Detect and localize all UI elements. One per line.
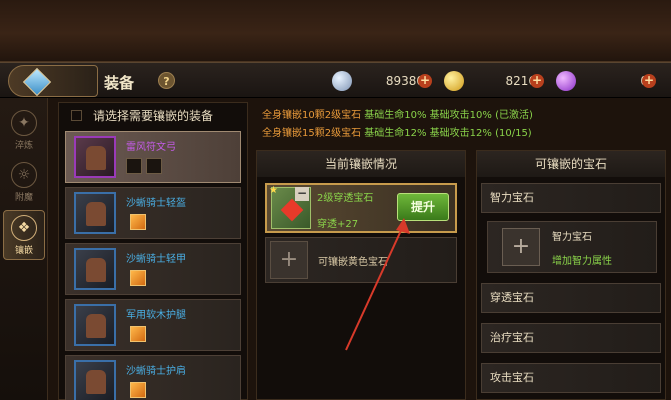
gem-category-healing[interactable]: 治疗宝石 (481, 323, 661, 353)
empty-gem-slot (146, 158, 162, 174)
set-bonus-line: 全身镶嵌10颗2级宝石 基础生命10% 基础攻击10% (已激活) (262, 106, 533, 121)
equipment-name: 沙蜥骑士护肩 (126, 366, 186, 377)
empty-gem-slot (126, 158, 142, 174)
equipment-item[interactable]: 沙蜥骑士护肩 (65, 355, 241, 400)
set-bonus-effect: 基础生命10% 基础攻击10% (已激活) (364, 110, 533, 121)
gem-category-attack[interactable]: 攻击宝石 (481, 363, 661, 393)
title-bar: 装备 ? 89380 + 8216 + 0 + (0, 62, 671, 98)
inlay-icon: ❖ (11, 215, 37, 241)
gem-category-penetration[interactable]: 穿透宝石 (481, 283, 661, 313)
add-gem-icon: + (502, 228, 540, 266)
equipment-item[interactable]: 沙蜥骑士轻盔 (65, 187, 241, 239)
menu-emblem-button[interactable] (8, 65, 98, 97)
nav-label: 附魔 (14, 193, 33, 203)
gem-currency: 0 + (556, 71, 660, 91)
bow-icon (74, 136, 116, 178)
helmet-icon (74, 192, 116, 234)
gold-amount: 8216 (505, 74, 536, 88)
set-bonus-requirement: 全身镶嵌15颗2级宝石 (262, 128, 362, 139)
equipment-name: 沙蜥骑士轻盔 (126, 198, 186, 209)
gem-category-intelligence[interactable]: 智力宝石 (481, 183, 661, 213)
enchant-icon: ☼ (11, 162, 37, 188)
equipment-name: 雷风符文弓 (126, 142, 176, 153)
add-gem-icon: + (270, 241, 308, 279)
nav-item-enchant[interactable]: ☼ 附魔 (3, 158, 45, 208)
armor-icon (74, 248, 116, 290)
purple-gem-icon (556, 71, 576, 91)
remove-gem-button[interactable]: − (295, 187, 309, 201)
leg-guard-icon (74, 304, 116, 346)
equipment-list-panel: 请选择需要镶嵌的装备 雷风符文弓 沙蜥骑士轻盔 沙蜥骑士轻甲 军用软木护腿 沙蜥… (58, 102, 248, 400)
gem-slot-filled (130, 326, 146, 342)
nav-label: 淬炼 (14, 141, 33, 151)
gem-card-desc: 增加智力属性 (552, 256, 612, 267)
add-gold-button[interactable]: + (530, 74, 544, 88)
gem-slot-filled (130, 270, 146, 286)
add-silver-button[interactable]: + (418, 74, 432, 88)
side-nav: ✦ 淬炼 ☼ 附魔 ❖ 镶嵌 (0, 98, 48, 400)
star-icon: ★ (269, 185, 278, 196)
nav-label: 镶嵌 (14, 246, 33, 256)
gold-currency: 8216 + (444, 71, 548, 91)
gem-amount: 0 (584, 74, 648, 88)
silver-coin-icon (332, 71, 352, 91)
equipment-item[interactable]: 沙蜥骑士轻甲 (65, 243, 241, 295)
gem-card[interactable]: + 智力宝石 增加智力属性 (487, 221, 657, 273)
equipment-list-title: 请选择需要镶嵌的装备 (93, 109, 214, 123)
select-checkbox[interactable] (71, 110, 82, 121)
set-bonus-line: 全身镶嵌15颗2级宝石 基础生命12% 基础攻击12% (10/15) (262, 124, 532, 139)
available-gems-panel: 可镶嵌的宝石 智力宝石 + 智力宝石 增加智力属性 穿透宝石 治疗宝石 攻击宝石 (476, 150, 666, 400)
set-bonus-effect: 基础生命12% 基础攻击12% (10/15) (364, 128, 532, 139)
gem-card-name: 智力宝石 (552, 232, 592, 243)
equipment-item[interactable]: 军用软木护腿 (65, 299, 241, 351)
gem-slot-filled (130, 382, 146, 398)
current-inlay-header: 当前镶嵌情况 (257, 151, 465, 177)
available-gems-header: 可镶嵌的宝石 (477, 151, 665, 177)
equipment-list-header: 请选择需要镶嵌的装备 (59, 103, 247, 129)
top-background (0, 0, 671, 62)
equipment-name: 军用软木护腿 (126, 310, 186, 321)
equipment-item[interactable]: 雷风符文弓 (65, 131, 241, 183)
shoulder-guard-icon (74, 360, 116, 400)
silver-amount: 89380 (385, 74, 424, 88)
refine-icon: ✦ (11, 110, 37, 136)
gold-coin-icon (444, 71, 464, 91)
page-title: 装备 (104, 74, 135, 92)
help-button[interactable]: ? (158, 72, 175, 89)
diamond-emblem-icon (22, 67, 52, 97)
nav-item-inlay[interactable]: ❖ 镶嵌 (3, 210, 45, 260)
nav-item-refine[interactable]: ✦ 淬炼 (3, 106, 45, 156)
equipment-name: 沙蜥骑士轻甲 (126, 254, 186, 265)
gem-slot-filled (130, 214, 146, 230)
add-gem-button[interactable]: + (642, 74, 656, 88)
set-bonus-requirement: 全身镶嵌10颗2级宝石 (262, 110, 362, 121)
annotation-arrow (345, 218, 410, 351)
silver-currency: 89380 + (332, 71, 436, 91)
inlaid-gem-name: 2级穿透宝石 (317, 193, 374, 204)
